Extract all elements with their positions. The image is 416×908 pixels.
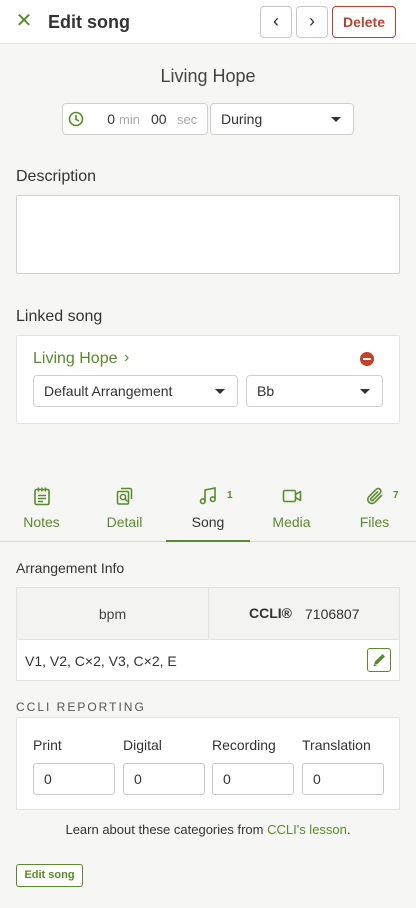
ccli-cell: CCLI® 7106807 — [209, 588, 399, 640]
timing-select[interactable]: During — [210, 103, 354, 135]
digital-label: Digital — [123, 737, 162, 753]
delete-button[interactable]: Delete — [332, 6, 396, 38]
bpm-label: bpm — [98, 606, 127, 622]
arrangement-info-card: bpm CCLI® 7106807 V1, V2, C×2, V3, C×2, … — [16, 587, 400, 681]
linked-song-label: Linked song — [16, 308, 103, 325]
paperclip-icon — [365, 486, 385, 506]
pencil-icon — [373, 654, 385, 666]
page-title: Edit song — [48, 12, 130, 32]
ccli-learn-text: Learn about these categories from CCLI's… — [0, 822, 416, 837]
video-camera-icon — [282, 486, 302, 506]
clock-icon — [68, 111, 84, 131]
caret-down-icon — [360, 389, 370, 394]
tab-notes[interactable]: Notes — [0, 478, 83, 542]
ccli-number: 7106807 — [305, 606, 360, 622]
arrangement-sequence: V1, V2, C×2, V3, C×2, E — [25, 653, 177, 669]
tab-notes-label: Notes — [23, 514, 60, 530]
tab-media-label: Media — [272, 514, 311, 530]
chevron-right-icon[interactable]: › — [124, 349, 129, 367]
recording-input[interactable]: 0 — [212, 763, 294, 795]
ccli-lesson-link[interactable]: CCLI's lesson — [267, 822, 347, 837]
song-title: Living Hope — [160, 66, 256, 86]
tab-song-label: Song — [191, 514, 225, 530]
translation-input[interactable]: 0 — [302, 763, 384, 795]
edit-sequence-button[interactable] — [367, 648, 391, 672]
description-textarea[interactable] — [16, 195, 400, 274]
ccli-reporting-label: CCLI REPORTING — [16, 700, 146, 714]
arrangement-info-label: Arrangement Info — [16, 560, 125, 576]
digital-input[interactable]: 0 — [123, 763, 205, 795]
edit-song-button[interactable]: Edit song — [16, 864, 83, 887]
tab-detail[interactable]: Detail — [83, 478, 166, 542]
minutes-unit: min — [119, 112, 140, 127]
seconds-unit: sec — [177, 112, 198, 127]
print-input[interactable]: 0 — [33, 763, 115, 795]
learn-prefix: Learn about these categories from — [65, 822, 268, 837]
tab-files-count: 7 — [393, 490, 399, 501]
timing-select-value: During — [221, 111, 263, 127]
learn-suffix: . — [346, 822, 351, 837]
top-bar: ✕ Edit song ‹ › Delete — [0, 0, 416, 44]
translation-label: Translation — [302, 737, 371, 753]
next-button[interactable]: › — [296, 6, 328, 38]
close-icon[interactable]: ✕ — [14, 11, 34, 31]
key-select-value: Bb — [257, 383, 275, 399]
tab-song-count: 1 — [227, 490, 233, 501]
arrangement-select[interactable]: Default Arrangement — [33, 375, 238, 407]
arrangement-select-value: Default Arrangement — [44, 383, 173, 399]
ccli-label: CCLI® — [249, 605, 292, 621]
linked-song-card: Living Hope › Default Arrangement Bb — [16, 335, 400, 424]
description-label: Description — [16, 168, 97, 185]
duration-minutes-field[interactable]: 0 — [101, 111, 115, 127]
remove-circle-icon[interactable] — [360, 352, 374, 366]
ccli-reporting-card: Print 0 Digital 0 Recording 0 Translatio… — [16, 717, 400, 810]
tab-song[interactable]: 1 Song — [166, 478, 250, 542]
music-note-icon — [198, 486, 218, 506]
print-label: Print — [33, 737, 62, 753]
detail-search-icon — [115, 486, 135, 506]
caret-down-icon — [331, 117, 341, 122]
tab-media[interactable]: Media — [250, 478, 333, 542]
caret-down-icon — [215, 389, 225, 394]
tab-bar: Notes Detail 1 Song Media 7 Files — [0, 478, 416, 542]
notes-icon — [32, 486, 52, 506]
key-select[interactable]: Bb — [246, 375, 383, 407]
previous-button[interactable]: ‹ — [260, 6, 292, 38]
tab-detail-label: Detail — [106, 514, 143, 530]
duration-seconds-field[interactable]: 00 — [151, 111, 167, 127]
linked-song-link[interactable]: Living Hope — [33, 350, 118, 368]
tab-files[interactable]: 7 Files — [333, 478, 416, 542]
duration-input[interactable]: 0 min 00 sec — [62, 103, 208, 135]
tab-files-label: Files — [359, 514, 390, 530]
recording-label: Recording — [212, 737, 276, 753]
bpm-cell: bpm — [17, 588, 209, 640]
